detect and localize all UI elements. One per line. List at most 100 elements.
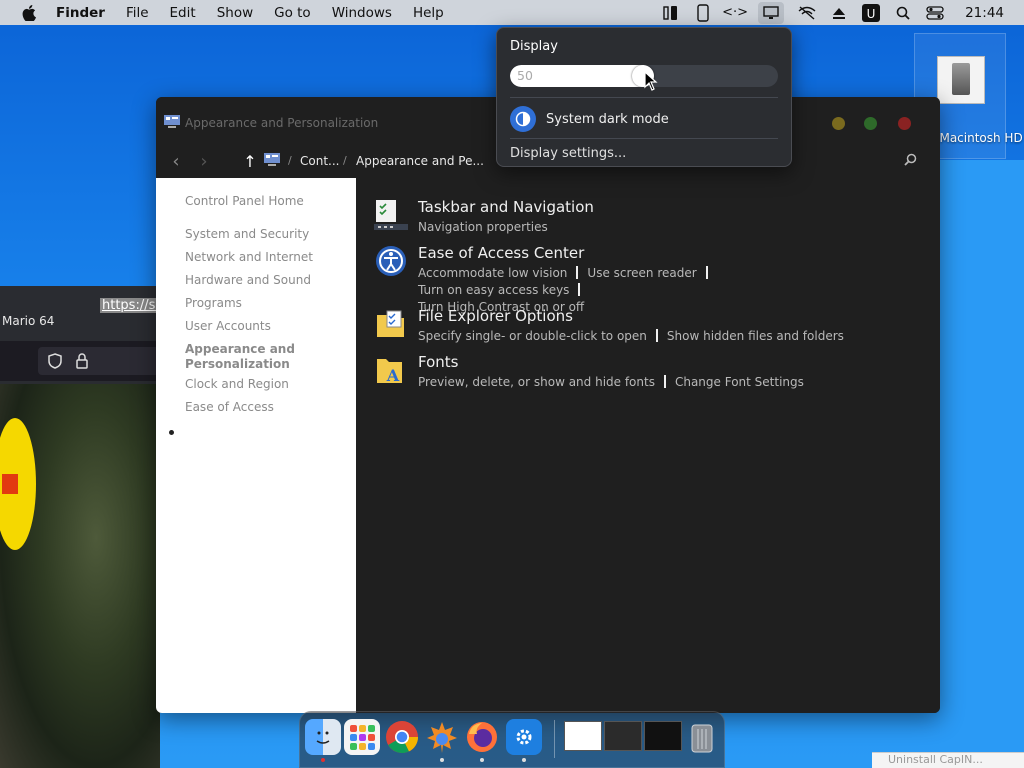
phone-icon[interactable] [694,3,712,22]
category-heading[interactable]: Taskbar and Navigation [418,198,594,216]
fonts-folder-icon: A [377,359,402,385]
category-heading[interactable]: Fonts [418,353,458,371]
lock-icon [76,353,88,369]
link-divider [576,266,579,279]
category-list: Taskbar and Navigation Navigation proper… [356,178,940,713]
sidebar-item-clock-region[interactable]: Clock and Region [185,377,289,392]
category-heading[interactable]: File Explorer Options [418,307,573,325]
browser-toolbar [0,341,160,381]
link-show-hidden-files[interactable]: Show hidden files and folders [667,329,844,343]
shield-icon[interactable] [48,353,62,369]
breadcrumb-control-panel[interactable]: Cont... [300,154,339,168]
dock [299,711,725,768]
category-heading[interactable]: Ease of Access Center [418,244,584,262]
running-indicator [522,758,526,762]
link-divider [705,266,708,279]
menu-show[interactable]: Show [217,5,253,21]
dark-mode-label: System dark mode [546,111,669,127]
control-center-icon[interactable] [926,4,944,22]
u-app-icon[interactable]: U [862,3,881,22]
link-divider [578,283,581,296]
chrome-icon[interactable] [384,719,420,755]
control-panel-window[interactable]: Appearance and Personalization ‹ › ↑ / C… [156,97,940,713]
svg-text:A: A [386,366,400,385]
active-bullet [169,430,174,435]
sidebar-item-home[interactable]: Control Panel Home [185,194,304,209]
link-divider [663,375,666,388]
back-arrow-icon[interactable]: ‹ [166,151,186,172]
window-thumbnail[interactable] [604,721,642,751]
popover-divider [510,138,778,139]
hard-drive-icon [937,56,985,104]
link-navigation-properties[interactable]: Navigation properties [418,220,548,234]
sidebar-item-network[interactable]: Network and Internet [185,250,313,265]
eject-icon[interactable] [830,4,848,22]
taskbar-icon [374,200,408,230]
link-preview-fonts[interactable]: Preview, delete, or show and hide fonts [418,375,655,389]
firefox-icon[interactable] [464,719,500,755]
menu-help[interactable]: Help [413,5,444,21]
ease-of-access-icon [376,246,406,276]
trash-icon[interactable] [684,719,720,755]
maximize-button[interactable] [864,117,877,130]
running-indicator [480,758,484,762]
window-thumbnail[interactable] [564,721,602,751]
search-icon[interactable] [894,4,912,22]
breadcrumb-separator: / [288,154,292,167]
mouse-cursor-icon [644,71,658,91]
menu-windows[interactable]: Windows [332,5,392,21]
window-thumbnail[interactable] [644,721,682,751]
maple-leaf-icon[interactable] [424,719,460,755]
folder-options-icon [377,310,404,337]
sidebar: Control Panel Home System and Security N… [156,178,356,713]
menu-file[interactable]: File [126,5,149,21]
search-icon[interactable] [904,153,917,170]
settings-gear-icon[interactable] [506,719,542,755]
link-low-vision[interactable]: Accommodate low vision [418,266,567,280]
dark-mode-toggle[interactable]: System dark mode [510,106,669,132]
breadcrumb-appearance[interactable]: Appearance and Pe... [356,154,484,168]
flower-sprite [0,472,20,496]
finder-icon[interactable] [305,719,341,755]
popover-divider [510,97,778,98]
sidebar-item-system-security[interactable]: System and Security [185,227,309,242]
display-settings-link[interactable]: Display settings... [510,146,626,161]
wifi-off-icon[interactable] [798,4,816,22]
sidebar-item-appearance[interactable]: Appearance and Personalization [185,342,305,372]
corner-window-fragment[interactable]: Uninstall CapIN... [872,752,1024,768]
menu-go-to[interactable]: Go to [274,5,311,21]
apple-icon[interactable] [22,4,42,21]
link-single-double-click[interactable]: Specify single- or double-click to open [418,329,647,343]
popover-title: Display [510,39,558,54]
link-divider [655,329,658,342]
sidebar-item-hardware[interactable]: Hardware and Sound [185,273,311,288]
control-panel-icon [264,153,280,166]
browser-window[interactable]: Mario 64 https://si [0,286,160,768]
clock[interactable]: 21:44 [965,5,1004,21]
menu-bar: Finder File Edit Show Go to Windows Help… [0,0,1024,25]
menu-edit[interactable]: Edit [170,5,196,21]
sidebar-item-ease-of-access[interactable]: Ease of Access [185,400,274,415]
desktop-background-strip [940,160,1024,760]
status-area: <·> U 21:44 [655,0,1024,25]
code-arrows-icon[interactable]: <·> [722,4,748,22]
link-easy-access-keys[interactable]: Turn on easy access keys [418,283,569,297]
sidebar-item-programs[interactable]: Programs [185,296,242,311]
running-indicator [321,758,325,762]
brightness-value: 50 [517,68,533,83]
launchpad-icon[interactable] [344,719,380,755]
link-change-font-settings[interactable]: Change Font Settings [675,375,804,389]
game-canvas[interactable] [0,384,160,768]
display-popover: Display 50 System dark mode Display sett… [496,27,792,167]
sidebar-item-user-accounts[interactable]: User Accounts [185,319,271,334]
close-button[interactable] [898,117,911,130]
forward-arrow-icon[interactable]: › [194,151,214,172]
menu-finder[interactable]: Finder [56,5,105,21]
up-arrow-icon[interactable]: ↑ [240,151,260,171]
url-text[interactable]: https://si [100,298,160,313]
display-icon[interactable] [758,1,785,24]
battery-icon[interactable] [662,4,680,22]
minimize-button[interactable] [832,117,845,130]
link-screen-reader[interactable]: Use screen reader [587,266,696,280]
breadcrumb-separator: / [343,154,347,167]
